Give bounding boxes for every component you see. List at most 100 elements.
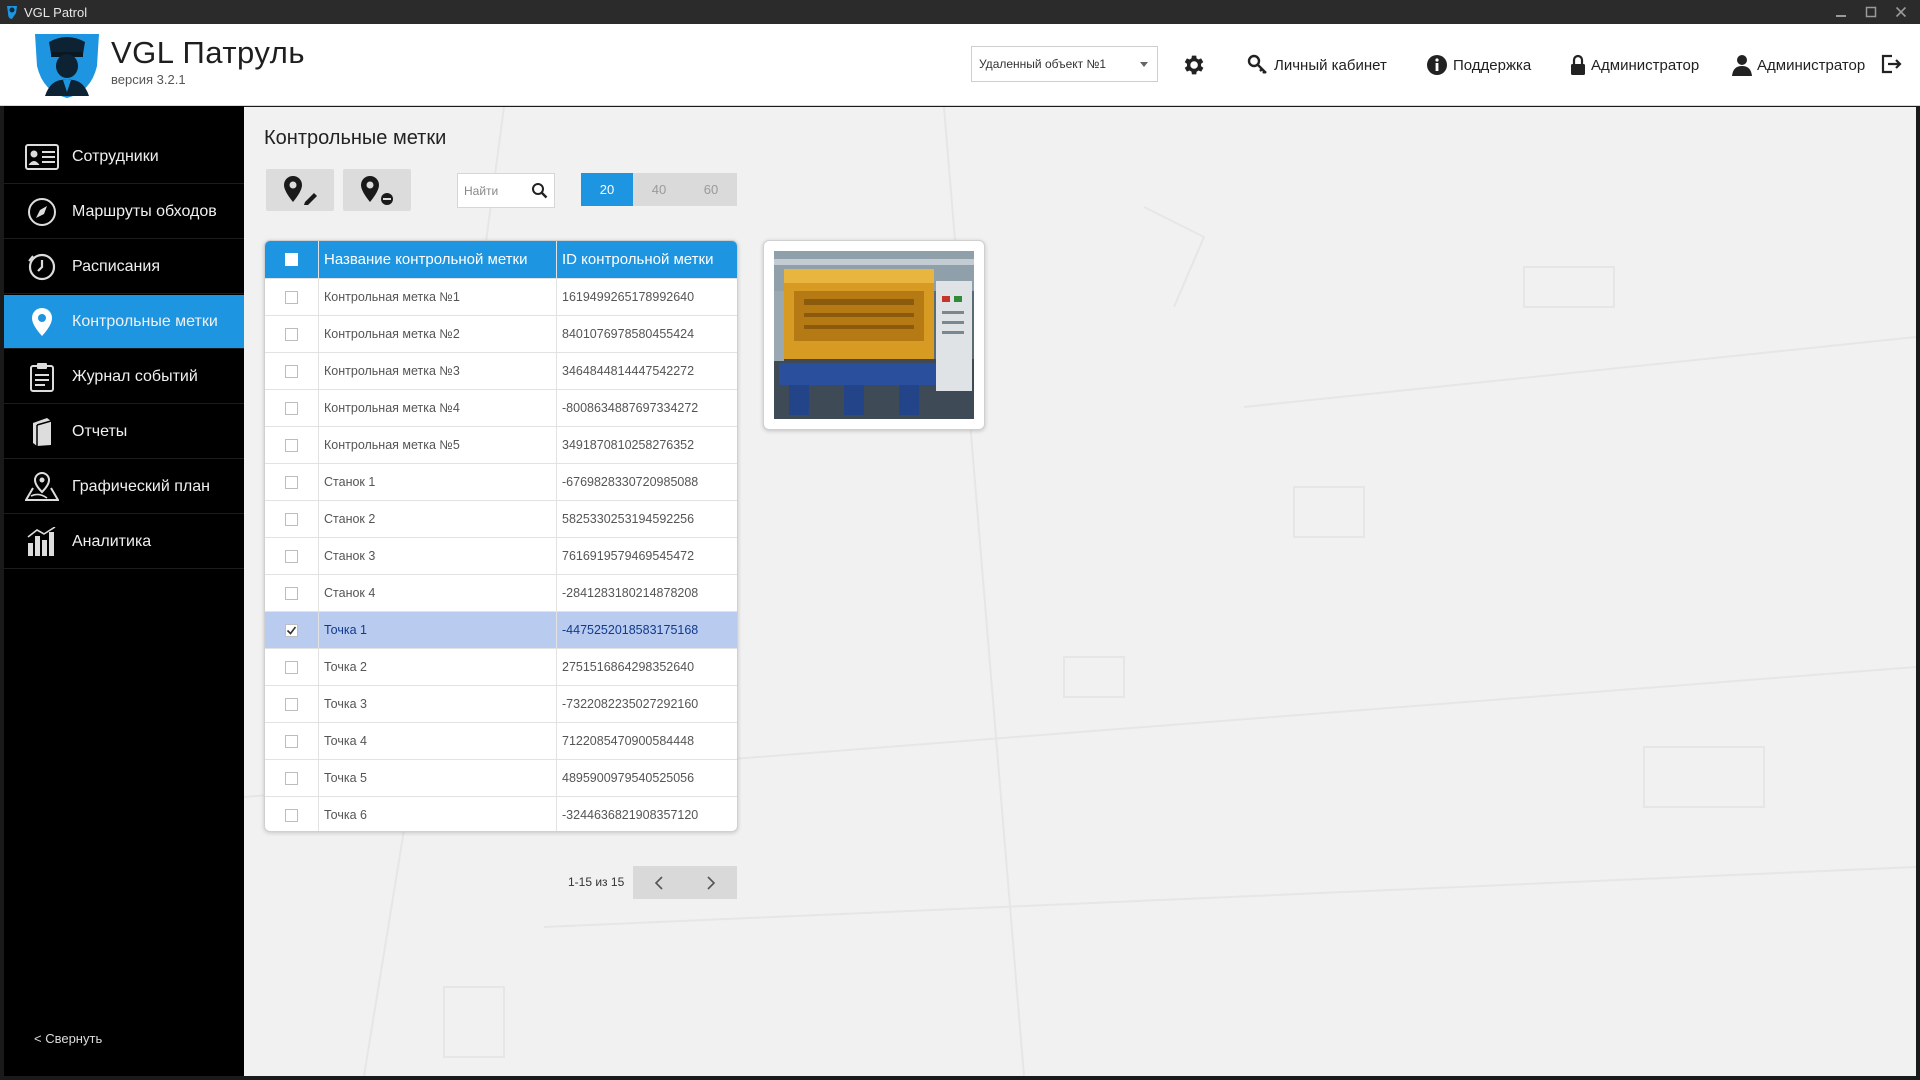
close-window-button[interactable]	[1886, 0, 1916, 24]
support-link[interactable]: Поддержка	[1426, 52, 1531, 78]
sidebar-item-analytics[interactable]: Аналитика	[4, 515, 244, 569]
sidebar-item-schedules[interactable]: Расписания	[4, 240, 244, 294]
row-checkbox[interactable]	[285, 402, 298, 415]
checkpoint-name: Контрольная метка №2	[324, 327, 460, 341]
search-box	[457, 173, 555, 208]
sidebar-item-label: Отчеты	[72, 422, 128, 440]
bar-chart-icon	[24, 524, 60, 560]
page-size-60[interactable]: 60	[685, 173, 737, 206]
gear-icon[interactable]	[1180, 52, 1206, 78]
table-row[interactable]: Станок 3 7616919579469545472	[265, 537, 737, 574]
row-checkbox[interactable]	[285, 698, 298, 711]
admin-role-link[interactable]: Администратор	[1570, 52, 1699, 78]
checkpoint-name: Контрольная метка №3	[324, 364, 460, 378]
checkpoint-name: Станок 1	[324, 475, 376, 489]
sidebar-item-checkpoints[interactable]: Контрольные метки	[4, 295, 244, 349]
sidebar-item-event-log[interactable]: Журнал событий	[4, 350, 244, 404]
logout-icon[interactable]	[1880, 53, 1902, 75]
chevron-right-icon	[707, 875, 716, 890]
row-checkbox[interactable]	[285, 587, 298, 600]
checkpoint-id: 8401076978580455424	[562, 327, 695, 341]
object-select[interactable]: Удаленный объект №1	[971, 46, 1158, 82]
select-all-checkbox[interactable]	[285, 253, 298, 266]
checkpoint-name: Точка 1	[324, 623, 367, 637]
next-page-button[interactable]	[685, 866, 737, 899]
row-checkbox[interactable]	[285, 365, 298, 378]
row-checkbox[interactable]	[285, 772, 298, 785]
row-checkbox[interactable]	[285, 513, 298, 526]
compass-icon	[24, 194, 60, 230]
row-checkbox[interactable]	[285, 550, 298, 563]
sidebar-item-employees[interactable]: Сотрудники	[4, 130, 244, 184]
checkpoint-id: 7616919579469545472	[562, 549, 695, 563]
table-row[interactable]: Станок 4 -2841283180214878208	[265, 574, 737, 611]
row-checkbox[interactable]	[285, 735, 298, 748]
row-checkbox[interactable]	[285, 291, 298, 304]
column-header-id[interactable]: ID контрольной метки	[562, 241, 713, 278]
table-row[interactable]: Контрольная метка №5 3491870810258276352	[265, 426, 737, 463]
search-icon[interactable]	[531, 182, 548, 199]
checkpoint-name: Точка 3	[324, 697, 367, 711]
table-row[interactable]: Контрольная метка №3 3464844814447542272	[265, 352, 737, 389]
prev-page-button[interactable]	[633, 866, 685, 899]
book-icon	[24, 414, 60, 450]
delete-checkpoint-button[interactable]	[343, 169, 411, 211]
sidebar-item-label: Расписания	[72, 257, 160, 275]
table-row[interactable]: Точка 6 -3244636821908357120	[265, 796, 737, 831]
collapse-sidebar-button[interactable]: < Свернуть	[34, 1031, 102, 1046]
chevron-down-icon	[1140, 62, 1148, 67]
table-row[interactable]: Станок 2 5825330253194592256	[265, 500, 737, 537]
cabinet-link[interactable]: Личный кабинет	[1247, 52, 1387, 78]
row-checkbox[interactable]	[285, 661, 298, 674]
checkpoint-id: 5825330253194592256	[562, 512, 695, 526]
support-label: Поддержка	[1453, 56, 1532, 74]
sidebar-item-reports[interactable]: Отчеты	[4, 405, 244, 459]
maximize-icon	[1865, 6, 1877, 18]
checkpoint-id: 3491870810258276352	[562, 438, 695, 452]
brand-title: VGL Патруль	[111, 35, 305, 70]
column-divider	[556, 241, 557, 831]
table-row[interactable]: Станок 1 -6769828330720985088	[265, 463, 737, 500]
app-icon	[7, 6, 17, 19]
table-row[interactable]: Точка 5 4895900979540525056	[265, 759, 737, 796]
app-header: VGL Патруль версия 3.2.1 Удаленный объек…	[0, 24, 1920, 106]
checkpoint-name: Станок 3	[324, 549, 376, 563]
row-checkbox[interactable]	[285, 439, 298, 452]
table-row[interactable]: Точка 1 -4475252018583175168	[265, 611, 737, 648]
admin-user-link[interactable]: Администратор	[1732, 52, 1865, 78]
window-title: VGL Patrol	[24, 4, 88, 20]
table-row[interactable]: Точка 4 7122085470900584448	[265, 722, 737, 759]
checkpoints-table: Название контрольной метки ID контрольно…	[264, 240, 738, 832]
table-row[interactable]: Точка 2 2751516864298352640	[265, 648, 737, 685]
sidebar-item-label: Аналитика	[72, 532, 152, 550]
sidebar-item-graphic-plan[interactable]: Графический план	[4, 460, 244, 514]
column-header-name[interactable]: Название контрольной метки	[324, 241, 528, 278]
map-pin-remove-icon	[361, 176, 393, 205]
brand-version: версия 3.2.1	[111, 72, 186, 87]
maximize-button[interactable]	[1856, 0, 1886, 24]
admin-role-label: Администратор	[1591, 56, 1700, 74]
page-size-20[interactable]: 20	[581, 173, 633, 206]
table-row[interactable]: Контрольная метка №1 1619499265178992640	[265, 278, 737, 315]
page-size-40[interactable]: 40	[633, 173, 685, 206]
chevron-left-icon	[654, 875, 663, 890]
minimize-button[interactable]	[1826, 0, 1856, 24]
row-checkbox[interactable]	[285, 476, 298, 489]
table-header: Название контрольной метки ID контрольно…	[265, 241, 737, 278]
sidebar-item-label: Сотрудники	[72, 147, 159, 165]
sidebar-item-routes[interactable]: Маршруты обходов	[4, 185, 244, 239]
row-checkbox[interactable]	[285, 328, 298, 341]
row-checkbox[interactable]	[285, 809, 298, 822]
search-input[interactable]	[464, 174, 528, 207]
row-checkbox[interactable]	[285, 624, 298, 637]
checkpoint-id: 3464844814447542272	[562, 364, 695, 378]
checkpoint-id: -6769828330720985088	[562, 475, 699, 489]
checkpoint-photo-card[interactable]	[763, 240, 985, 430]
edit-checkpoint-button[interactable]	[266, 169, 334, 211]
table-row[interactable]: Контрольная метка №4 -8008634887697334272	[265, 389, 737, 426]
checkpoint-name: Контрольная метка №4	[324, 401, 460, 415]
table-row[interactable]: Точка 3 -7322082235027292160	[265, 685, 737, 722]
table-row[interactable]: Контрольная метка №2 8401076978580455424	[265, 315, 737, 352]
checkpoint-id: -3244636821908357120	[562, 808, 699, 822]
sidebar-item-label: Контрольные метки	[72, 312, 218, 330]
